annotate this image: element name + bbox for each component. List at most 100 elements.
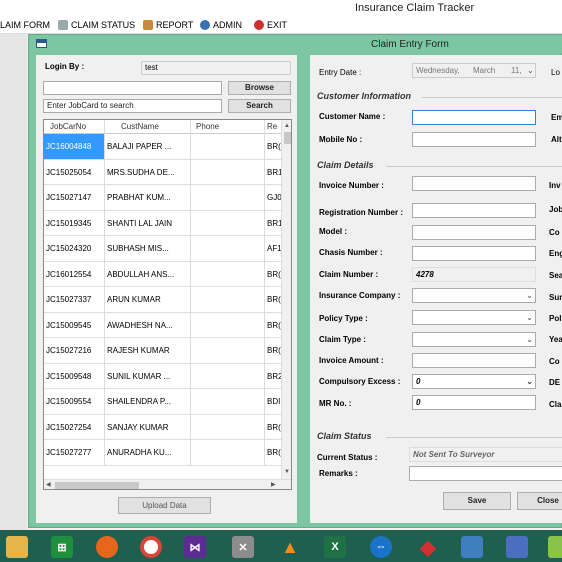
firefox-icon[interactable] <box>96 536 118 558</box>
table-row[interactable]: JC15027254 SANJAY KUMAR BR( <box>44 414 281 440</box>
menu-claim-form[interactable]: LAIM FORM <box>0 18 50 32</box>
file-explorer-icon[interactable] <box>6 536 28 558</box>
cell-re[interactable]: BDI <box>265 389 281 414</box>
col-phone[interactable]: Phone <box>191 120 265 134</box>
jobcard-search-input[interactable]: Enter JobCard to search <box>43 99 222 113</box>
table-row[interactable]: JC15027216 RAJESH KUMAR BR( <box>44 338 281 364</box>
connect-icon[interactable] <box>506 536 528 558</box>
cell-custname[interactable]: MRS.SUDHA DE... <box>105 159 191 185</box>
compulsory-excess-select[interactable]: 0 ⌄ <box>412 374 536 389</box>
grid-horizontal-scrollbar[interactable]: ◀ ▶ <box>44 479 291 489</box>
invoice-amount-input[interactable] <box>412 353 536 368</box>
teamviewer-icon[interactable]: ⇔ <box>370 536 392 558</box>
col-jobcarno[interactable]: JobCarNo <box>44 120 105 134</box>
save-button[interactable]: Save <box>443 492 511 510</box>
cell-re[interactable]: BR( <box>265 415 281 440</box>
cell-custname[interactable]: SUNIL KUMAR ... <box>105 363 191 389</box>
scroll-right-icon[interactable]: ▶ <box>271 480 276 489</box>
search-button[interactable]: Search <box>228 99 291 113</box>
cell-custname[interactable]: PRABHAT KUM... <box>105 185 191 210</box>
app-icon[interactable] <box>548 536 562 558</box>
grid-vertical-scrollbar[interactable]: ▲ ▼ <box>281 120 291 479</box>
cell-phone[interactable] <box>191 159 265 185</box>
cell-custname[interactable]: AWADHESH NA... <box>105 312 191 338</box>
horizontal-scroll-thumb[interactable] <box>55 482 139 489</box>
table-row[interactable]: JC15025054MRS.SUDHA DE... BR1 <box>44 159 281 185</box>
table-row[interactable]: JC15024320 SUBHASH MIS... AF1 <box>44 236 281 262</box>
cell-phone[interactable] <box>191 440 265 465</box>
cell-jobcarno[interactable]: JC15027277 <box>44 440 105 465</box>
vertical-scroll-thumb[interactable] <box>284 132 291 144</box>
cell-re[interactable]: BR( <box>265 287 281 312</box>
table-row[interactable]: JC16004848 BALAJI PAPER ... BR( <box>44 134 281 160</box>
entry-date-picker[interactable]: Wednesday, March 11, ⌄ <box>412 63 536 78</box>
cell-custname[interactable]: SUBHASH MIS... <box>105 236 191 261</box>
red-diamond-icon[interactable]: ◆ <box>417 536 439 559</box>
cell-jobcarno[interactable]: JC15024320 <box>44 236 105 261</box>
cell-re[interactable]: AF1 <box>265 236 281 261</box>
cell-jobcarno[interactable]: JC15025054 <box>44 159 105 185</box>
tools-icon[interactable]: ✕ <box>232 536 254 558</box>
cell-jobcarno[interactable]: JC15019345 <box>44 210 105 236</box>
insurance-company-select[interactable]: ⌄ <box>412 288 536 303</box>
scroll-down-icon[interactable]: ▼ <box>284 467 290 477</box>
vlc-icon[interactable]: ▲ <box>279 536 301 558</box>
cell-custname[interactable]: SANJAY KUMAR <box>105 414 191 440</box>
table-row[interactable]: JC15027337 ARUN KUMAR BR( <box>44 287 281 313</box>
table-row[interactable]: JC15009545 AWADHESH NA... BR( <box>44 312 281 338</box>
table-row[interactable]: JC15019345SHANTI LAL JAIN BR1 <box>44 210 281 236</box>
cell-phone[interactable] <box>191 338 265 363</box>
mobile-no-input[interactable] <box>412 132 536 147</box>
menu-report[interactable]: REPORT <box>143 18 193 32</box>
customer-name-input[interactable] <box>412 110 536 125</box>
cell-phone[interactable] <box>191 287 265 312</box>
date-dropdown-icon[interactable]: ⌄ <box>527 64 534 77</box>
table-row[interactable]: JC15027147 PRABHAT KUM... GJ0 <box>44 185 281 211</box>
model-input[interactable] <box>412 225 536 240</box>
table-row[interactable]: JC15009548SUNIL KUMAR ... BR2 <box>44 363 281 389</box>
browse-button[interactable]: Browse <box>228 81 291 95</box>
jobcard-grid[interactable]: JobCarNo CustName Phone Re JC16004848 BAL… <box>43 119 292 490</box>
cell-phone[interactable] <box>191 261 265 287</box>
upload-data-button[interactable]: Upload Data <box>118 497 211 514</box>
cell-jobcarno[interactable]: JC15009554 <box>44 389 105 414</box>
cell-re[interactable]: BR( <box>265 134 281 159</box>
cell-re[interactable]: BR2 <box>265 364 281 389</box>
excel-icon[interactable]: X <box>324 536 346 558</box>
scroll-up-icon[interactable]: ▲ <box>284 121 290 131</box>
menu-claim-status[interactable]: CLAIM STATUS <box>58 18 135 32</box>
network-icon[interactable] <box>461 536 483 558</box>
claim-type-select[interactable]: ⌄ <box>412 332 536 347</box>
cell-custname[interactable]: RAJESH KUMAR <box>105 338 191 363</box>
cell-phone[interactable] <box>191 414 265 440</box>
cell-jobcarno[interactable]: JC15027337 <box>44 287 105 312</box>
cell-re[interactable]: BR1 <box>265 160 281 185</box>
cell-phone[interactable] <box>191 134 265 159</box>
scroll-left-icon[interactable]: ◀ <box>46 480 51 489</box>
cell-phone[interactable] <box>191 185 265 210</box>
menu-admin[interactable]: ADMIN <box>200 18 242 32</box>
cell-custname[interactable]: SHAILENDRA P... <box>105 389 191 414</box>
chasis-number-input[interactable] <box>412 246 536 261</box>
browse-path-input[interactable] <box>43 81 222 95</box>
cell-re[interactable]: BR( <box>265 338 281 363</box>
registration-number-input[interactable] <box>412 203 536 218</box>
cell-jobcarno[interactable]: JC15009545 <box>44 312 105 338</box>
cell-jobcarno[interactable]: JC15027216 <box>44 338 105 363</box>
col-re[interactable]: Re <box>265 120 281 134</box>
table-row[interactable]: JC15027277 ANURADHA KU... BR( <box>44 440 281 466</box>
visual-studio-icon[interactable]: ⋈ <box>184 536 206 558</box>
cell-custname[interactable]: ANURADHA KU... <box>105 440 191 465</box>
cell-custname[interactable]: ARUN KUMAR <box>105 287 191 312</box>
close-button[interactable]: Close <box>517 492 562 510</box>
cell-phone[interactable] <box>191 389 265 414</box>
table-row[interactable]: JC16012554 ABDULLAH ANS... BR( <box>44 261 281 287</box>
cell-custname[interactable]: ABDULLAH ANS... <box>105 261 191 287</box>
cell-phone[interactable] <box>191 236 265 261</box>
cell-phone[interactable] <box>191 210 265 236</box>
chrome-icon[interactable] <box>140 536 162 558</box>
cell-jobcarno[interactable]: JC15027254 <box>44 414 105 440</box>
excel-like-icon[interactable]: ⊞ <box>51 536 73 558</box>
cell-phone[interactable] <box>191 363 265 389</box>
cell-jobcarno[interactable]: JC15009548 <box>44 363 105 389</box>
